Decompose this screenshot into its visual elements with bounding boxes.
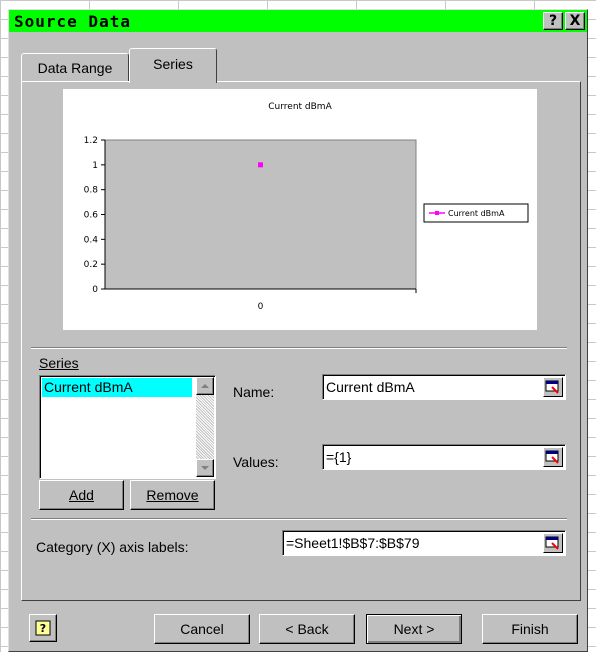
back-button[interactable]: < Back	[259, 614, 355, 644]
y-tick-label: 1	[92, 161, 98, 171]
x-tick-label: 0	[258, 302, 264, 312]
collapse-dialog-button[interactable]	[543, 447, 563, 467]
legend-label: Current dBmA	[448, 209, 505, 218]
remove-series-button[interactable]: Remove	[130, 480, 215, 510]
separator	[31, 347, 567, 349]
series-listbox[interactable]: Current dBmA	[39, 375, 216, 479]
collapse-dialog-icon	[545, 450, 559, 464]
title-bar[interactable]: Source Data ? X	[9, 10, 587, 32]
collapse-dialog-button[interactable]	[543, 533, 563, 553]
chart-svg: Current dBmA 0 0.2 0.4 0.6 0.8 1 1.2 0 Current dB…	[84, 102, 529, 312]
collapse-dialog-button[interactable]	[543, 377, 563, 397]
help-icon: ?	[35, 620, 51, 636]
collapse-dialog-icon	[545, 536, 559, 550]
category-field-value: =Sheet1!$B$7:$B$79	[286, 535, 420, 551]
add-button-label: Add	[69, 487, 94, 503]
category-axis-field[interactable]: =Sheet1!$B$7:$B$79	[282, 530, 566, 556]
list-item[interactable]: Current dBmA	[42, 378, 192, 397]
category-label: Category (X) axis labels:	[36, 539, 189, 555]
close-button[interactable]: X	[565, 12, 585, 30]
tab-series[interactable]: Series	[129, 48, 217, 83]
series-label: Series	[39, 355, 79, 371]
tab-data-range[interactable]: Data Range	[21, 53, 129, 82]
legend-marker	[435, 211, 439, 215]
source-data-dialog: Source Data ? X Data Range Series Curren…	[8, 9, 588, 652]
finish-button[interactable]: Finish	[482, 614, 578, 644]
context-help-button[interactable]: ?	[543, 12, 563, 30]
add-series-button[interactable]: Add	[39, 480, 124, 510]
y-tick-label: 0.4	[84, 235, 99, 245]
y-tick-label: 0.2	[84, 260, 98, 270]
back-button-label: < Back	[285, 621, 329, 637]
arrow-up-icon	[201, 384, 209, 388]
name-field-value: Current dBmA	[326, 379, 415, 395]
chart-title: Current dBmA	[268, 102, 332, 112]
y-tick-label: 0.6	[84, 211, 99, 221]
name-label: Name:	[233, 384, 275, 400]
y-tick-label: 0.8	[84, 186, 99, 196]
series-label-text: Series	[39, 355, 79, 371]
collapse-dialog-icon	[545, 380, 559, 394]
remove-button-label: Remove	[146, 487, 199, 503]
listbox-scrollbar[interactable]	[196, 377, 214, 477]
values-field[interactable]: ={1}	[322, 444, 566, 470]
values-field-value: ={1}	[326, 449, 352, 465]
cancel-button[interactable]: Cancel	[154, 614, 250, 644]
scroll-up-button[interactable]	[196, 377, 214, 395]
svg-text:?: ?	[40, 622, 46, 635]
office-assistant-button[interactable]: ?	[29, 614, 57, 642]
chart-preview: Current dBmA 0 0.2 0.4 0.6 0.8 1 1.2 0 Current dB…	[63, 89, 537, 330]
y-tick-label: 0	[92, 285, 98, 295]
scroll-down-button[interactable]	[196, 459, 214, 477]
arrow-down-icon	[201, 466, 209, 470]
title-buttons: ? X	[543, 12, 585, 30]
data-point	[258, 162, 263, 168]
name-field[interactable]: Current dBmA	[322, 374, 566, 400]
finish-button-label: Finish	[511, 621, 549, 637]
values-label: Values:	[233, 454, 279, 470]
separator	[31, 518, 567, 520]
dialog-title: Source Data	[14, 11, 131, 31]
y-tick-label: 1.2	[84, 136, 98, 146]
next-button[interactable]: Next >	[366, 614, 462, 644]
